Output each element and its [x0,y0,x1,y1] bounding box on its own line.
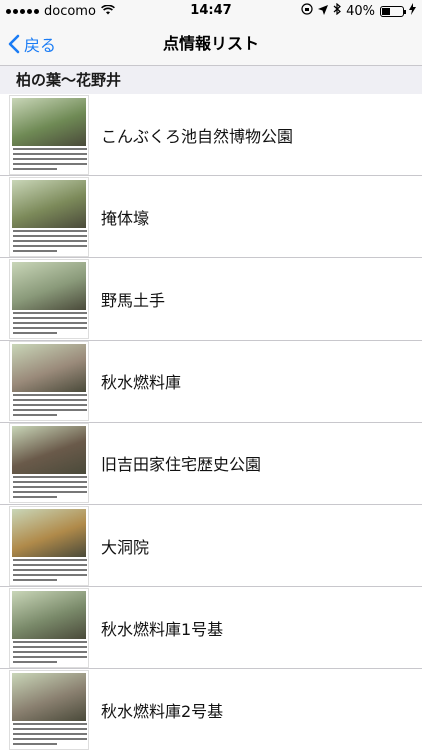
list-item[interactable]: 大洞院 [0,504,422,588]
navigation-bar: 戻る 点情報リスト [0,22,422,66]
thumbnail-photo [12,508,86,557]
thumbnail-image [9,258,89,339]
list-item[interactable]: 秋水燃料庫2号基 [0,669,422,750]
thumbnail-photo [12,426,86,475]
thumbnail-caption [13,311,87,338]
bluetooth-icon [333,2,342,19]
thumbnail-caption [13,229,87,256]
list-item[interactable]: 旧吉田家住宅歴史公園 [0,422,422,505]
list-item-label: 旧吉田家住宅歴史公園 [101,455,262,475]
thumbnail-caption [13,722,87,749]
status-right: 40% [301,2,416,19]
thumbnail-image [9,669,89,750]
battery-icon [380,5,406,17]
charging-icon [409,3,416,19]
location-icon [318,4,329,19]
list-item[interactable]: 秋水燃料庫1号基 [0,587,422,670]
list-item-label: 秋水燃料庫 [101,373,182,393]
list-item[interactable]: 掩体壕 [0,176,422,259]
thumbnail-photo [12,97,86,146]
list-item-label: こんぶくろ池自然博物公園 [101,126,294,146]
thumbnail-caption [13,476,87,502]
thumbnail-image [9,423,89,504]
list-item-label: 掩体壕 [101,208,150,228]
list-item-label: 大洞院 [101,537,150,557]
thumbnail-image [9,505,89,586]
list-item-label: 秋水燃料庫2号基 [101,701,224,721]
status-bar: docomo 14:47 40% [0,0,422,22]
point-list: こんぶくろ池自然博物公園 掩体壕野馬土手秋水燃料庫旧吉田家住宅歴史公園 大洞院秋水燃… [0,94,422,750]
list-item[interactable]: 野馬土手 [0,258,422,341]
section-header: 柏の葉〜花野井 [0,66,422,94]
list-item-label: 野馬土手 [101,290,166,310]
battery-fill [382,7,390,15]
thumbnail-caption [13,147,87,174]
battery-percent: 40% [346,3,375,19]
thumbnail-photo [12,672,86,721]
thumbnail-caption [13,558,87,585]
thumbnail-photo [12,179,86,228]
thumbnail-caption [13,640,87,667]
list-item-label: 秋水燃料庫1号基 [101,619,224,639]
thumbnail-photo [12,261,86,310]
thumbnail-photo [12,590,86,639]
thumbnail-image [9,341,89,422]
orientation-lock-icon [301,3,313,19]
page-title: 点情報リスト [162,34,259,53]
thumbnail-image [9,176,89,257]
list-item[interactable]: 秋水燃料庫 [0,340,422,423]
thumbnail-photo [12,344,86,393]
list-item[interactable]: こんぶくろ池自然博物公園 [0,94,422,177]
thumbnail-image [9,94,89,175]
thumbnail-caption [13,394,87,420]
thumbnail-image [9,587,89,668]
